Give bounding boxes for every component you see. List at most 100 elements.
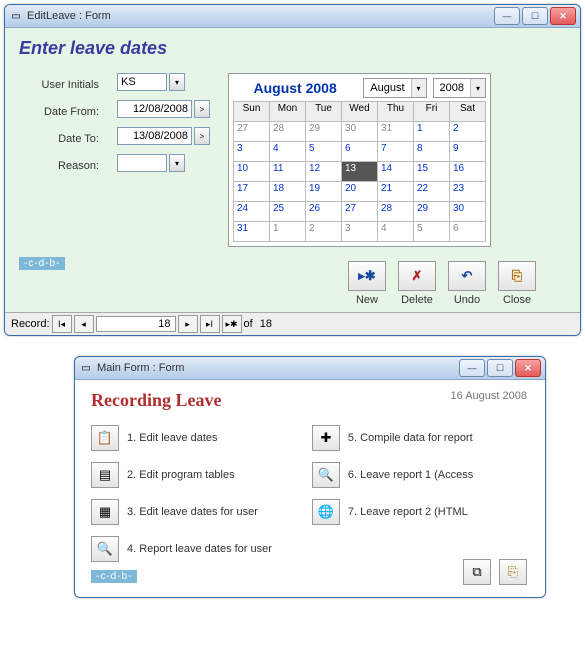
maximize-button[interactable]: ☐ (487, 359, 513, 377)
menu-button-5[interactable]: ✚ (312, 425, 340, 451)
calendar-day[interactable]: 22 (414, 182, 450, 202)
date-to-picker-button[interactable]: > (194, 127, 210, 145)
minimize-button[interactable]: — (494, 7, 520, 25)
calendar-day[interactable]: 9 (450, 142, 486, 162)
record-label: Record: (11, 318, 50, 330)
calendar-day[interactable]: 30 (450, 202, 486, 222)
calendar-day[interactable]: 26 (306, 202, 342, 222)
menu-label: 4. Report leave dates for user (127, 543, 272, 555)
calendar-day[interactable]: 28 (378, 202, 414, 222)
cdb-tag: -c-d-b- (19, 257, 65, 270)
last-record-button[interactable]: ▸I (200, 315, 220, 333)
mainform-window: ▭ Main Form : Form — ☐ ✕ Recording Leave… (74, 356, 546, 598)
next-record-button[interactable]: ▸ (178, 315, 198, 333)
copy-forms-button[interactable]: ⧉ (463, 559, 491, 585)
menu-label: 2. Edit program tables (127, 469, 235, 481)
calendar-day[interactable]: 6 (342, 142, 378, 162)
calendar-day[interactable]: 23 (450, 182, 486, 202)
cdb-tag: -c-d-b- (91, 570, 137, 583)
calendar-day[interactable]: 27 (342, 202, 378, 222)
close-form-button[interactable]: ⎘ (498, 261, 536, 291)
close-label: Close (503, 294, 531, 306)
calendar-day[interactable]: 2 (450, 122, 486, 142)
calendar-day[interactable]: 18 (270, 182, 306, 202)
menu-item: 🌐 7. Leave report 2 (HTML (312, 499, 473, 525)
calendar-day[interactable]: 5 (306, 142, 342, 162)
new-button[interactable]: ▸✱ (348, 261, 386, 291)
calendar-day[interactable]: 4 (270, 142, 306, 162)
first-record-button[interactable]: I◂ (52, 315, 72, 333)
calendar-day[interactable]: 31 (234, 222, 270, 242)
menu-item: 🔍 4. Report leave dates for user (91, 536, 272, 562)
year-select[interactable]: 2008▾ (433, 78, 486, 98)
record-number-input[interactable] (96, 316, 176, 332)
calendar-day[interactable]: 27 (234, 122, 270, 142)
calendar-day[interactable]: 21 (378, 182, 414, 202)
date-from-input[interactable] (117, 100, 192, 118)
calendar-day[interactable]: 1 (270, 222, 306, 242)
calendar-day[interactable]: 12 (306, 162, 342, 182)
calendar-day[interactable]: 29 (306, 122, 342, 142)
prev-record-button[interactable]: ◂ (74, 315, 94, 333)
menu-label: 6. Leave report 1 (Access (348, 469, 473, 481)
calendar-day[interactable]: 30 (342, 122, 378, 142)
chevron-down-icon[interactable]: ▾ (470, 79, 485, 97)
calendar-day[interactable]: 7 (378, 142, 414, 162)
close-button[interactable]: ✕ (550, 7, 576, 25)
maximize-button[interactable]: ☐ (522, 7, 548, 25)
calendar-day[interactable]: 1 (414, 122, 450, 142)
calendar-day[interactable]: 19 (306, 182, 342, 202)
menu-button-2[interactable]: ▤ (91, 462, 119, 488)
menu-item: ▦ 3. Edit leave dates for user (91, 499, 272, 525)
calendar-day[interactable]: 15 (414, 162, 450, 182)
user-initials-dropdown-button[interactable]: ▾ (169, 73, 185, 91)
menu-button-1[interactable]: 📋 (91, 425, 119, 451)
titlebar[interactable]: ▭ EditLeave : Form — ☐ ✕ (5, 5, 580, 28)
calendar-day[interactable]: 20 (342, 182, 378, 202)
date-from-picker-button[interactable]: > (194, 100, 210, 118)
calendar-day[interactable]: 24 (234, 202, 270, 222)
form-icon: ▭ (79, 361, 93, 375)
menu-label: 7. Leave report 2 (HTML (348, 506, 468, 518)
minimize-button[interactable]: — (459, 359, 485, 377)
undo-button[interactable]: ↶ (448, 261, 486, 291)
exit-button[interactable]: ⎘ (499, 559, 527, 585)
calendar-day[interactable]: 13 (342, 162, 378, 182)
calendar-day[interactable]: 5 (414, 222, 450, 242)
user-initials-input[interactable] (117, 73, 167, 91)
calendar-day[interactable]: 8 (414, 142, 450, 162)
window-title: EditLeave : Form (27, 10, 494, 22)
menu-button-4[interactable]: 🔍 (91, 536, 119, 562)
delete-button[interactable]: ✗ (398, 261, 436, 291)
close-button[interactable]: ✕ (515, 359, 541, 377)
calendar-day[interactable]: 14 (378, 162, 414, 182)
calendar-day[interactable]: 17 (234, 182, 270, 202)
calendar-day[interactable]: 10 (234, 162, 270, 182)
reason-dropdown-button[interactable]: ▾ (169, 154, 185, 172)
menu-item: ✚ 5. Compile data for report (312, 425, 473, 451)
calendar-day[interactable]: 16 (450, 162, 486, 182)
calendar-header: Wed (342, 102, 378, 122)
chevron-down-icon[interactable]: ▾ (411, 79, 426, 97)
menu-button-3[interactable]: ▦ (91, 499, 119, 525)
calendar-day[interactable]: 11 (270, 162, 306, 182)
calendar-header: Fri (414, 102, 450, 122)
calendar-day[interactable]: 2 (306, 222, 342, 242)
menu-button-6[interactable]: 🔍 (312, 462, 340, 488)
reason-input[interactable] (117, 154, 167, 172)
date-to-input[interactable] (117, 127, 192, 145)
month-select[interactable]: August▾ (363, 78, 426, 98)
calendar-day[interactable]: 4 (378, 222, 414, 242)
new-record-button[interactable]: ▸✱ (222, 315, 242, 333)
calendar-day[interactable]: 28 (270, 122, 306, 142)
calendar-day[interactable]: 6 (450, 222, 486, 242)
calendar-day[interactable]: 29 (414, 202, 450, 222)
calendar-day[interactable]: 3 (342, 222, 378, 242)
titlebar[interactable]: ▭ Main Form : Form — ☐ ✕ (75, 357, 545, 380)
calendar-header: Sun (234, 102, 270, 122)
label-date-from: Date From: (19, 106, 99, 118)
calendar-day[interactable]: 3 (234, 142, 270, 162)
calendar-day[interactable]: 31 (378, 122, 414, 142)
menu-button-7[interactable]: 🌐 (312, 499, 340, 525)
calendar-day[interactable]: 25 (270, 202, 306, 222)
